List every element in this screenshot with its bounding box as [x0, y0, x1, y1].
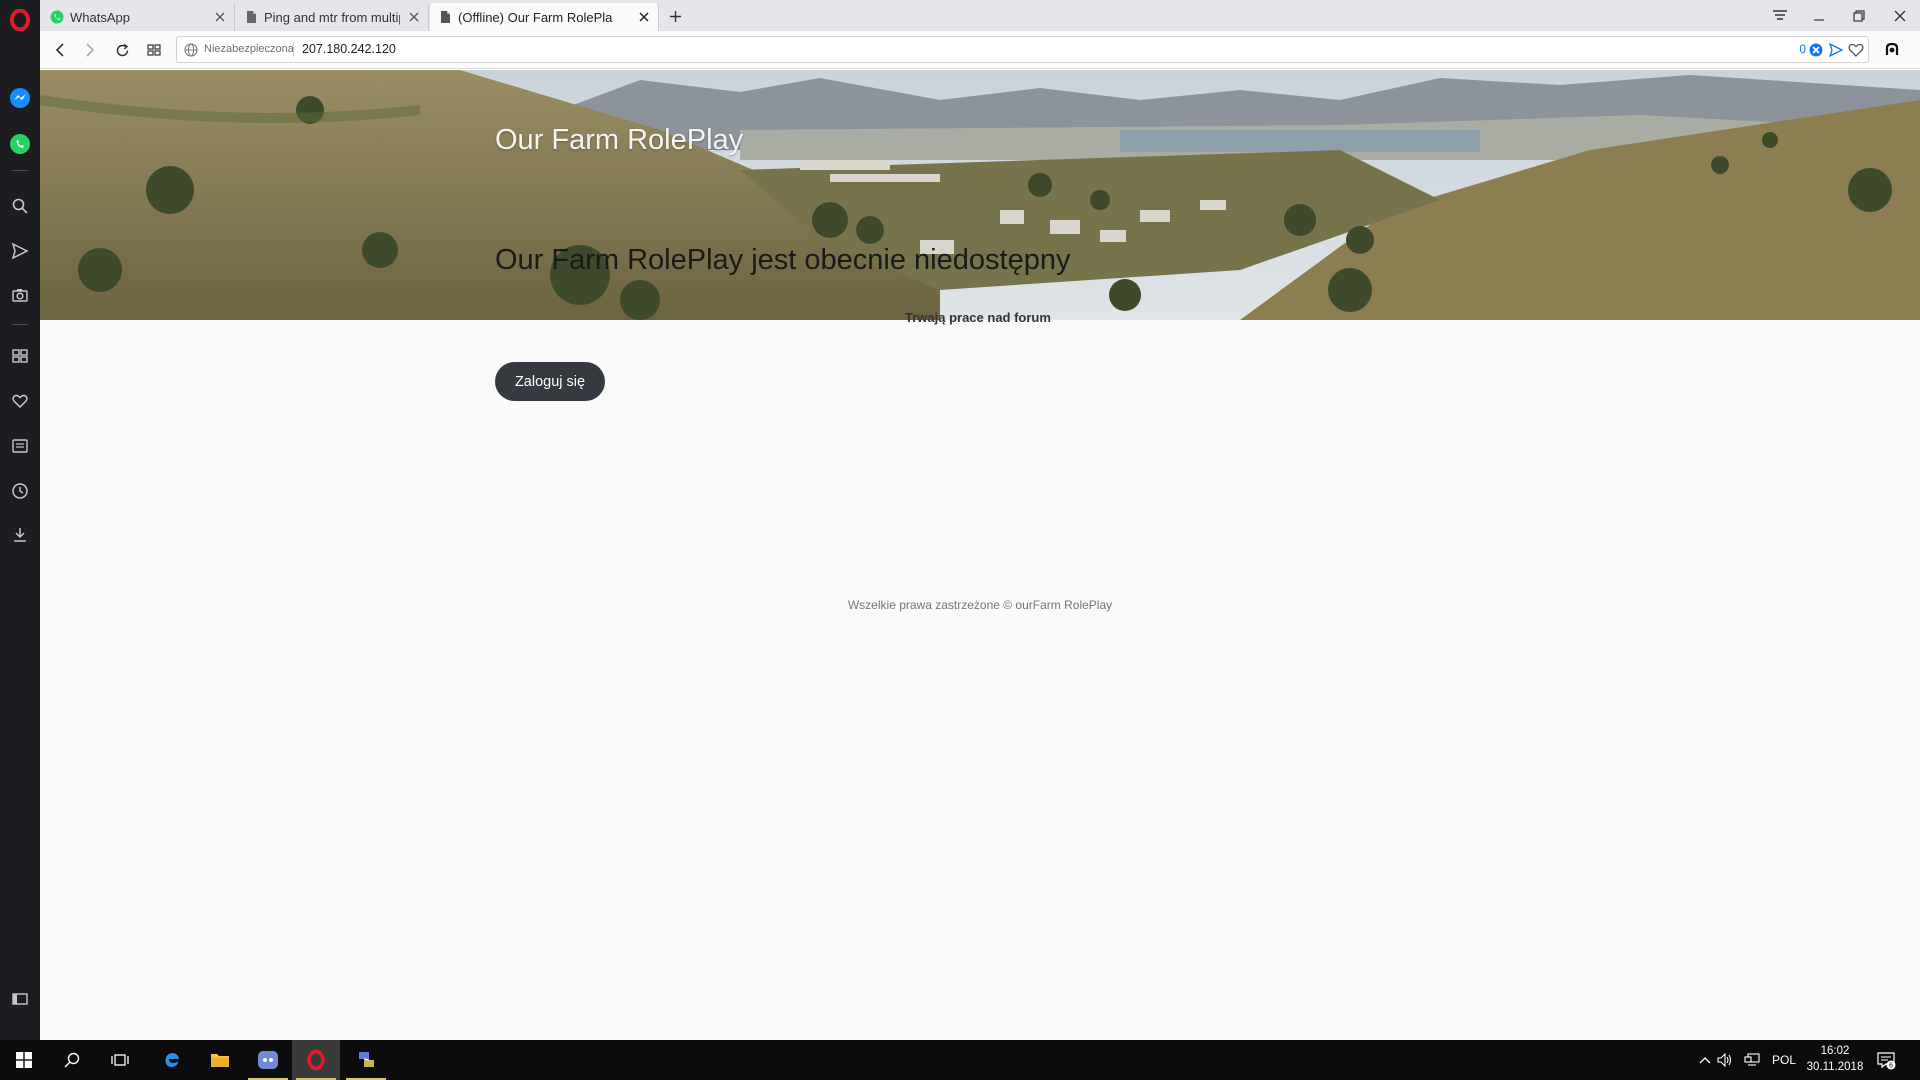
camera-icon[interactable] [8, 283, 32, 307]
speed-dial-icon[interactable] [8, 344, 32, 368]
whatsapp-icon [50, 10, 64, 24]
offline-heading: Our Farm RolePlay jest obecnie niedostęp… [495, 244, 1071, 276]
address-toolbar: Niezabezpieczona 207.180.242.120 0 [40, 31, 1920, 69]
close-icon[interactable] [406, 9, 422, 25]
close-window-button[interactable] [1889, 5, 1911, 27]
news-icon[interactable] [8, 434, 32, 458]
history-icon[interactable] [8, 479, 32, 503]
close-icon[interactable] [212, 9, 228, 25]
chevron-up-icon[interactable] [1697, 1052, 1713, 1068]
tab-label: (Offline) Our Farm RolePla [458, 9, 613, 25]
sidebar-divider [12, 324, 28, 325]
minimize-button[interactable] [1808, 5, 1830, 27]
edge-browser-icon[interactable] [148, 1040, 196, 1080]
tab-our-farm-roleplay[interactable]: (Offline) Our Farm RolePla [430, 3, 659, 31]
network-app-icon[interactable] [342, 1040, 390, 1080]
file-explorer-icon[interactable] [196, 1040, 244, 1080]
send-icon[interactable] [8, 239, 32, 263]
speaker-icon[interactable] [1717, 1052, 1733, 1068]
document-icon [441, 11, 450, 23]
tabs-overview-icon[interactable] [144, 40, 164, 60]
tab-menu-icon[interactable] [1769, 5, 1791, 27]
vpn-icon[interactable] [1882, 40, 1902, 60]
login-button[interactable]: Zaloguj się [495, 362, 605, 401]
input-language[interactable]: POL [1772, 1053, 1796, 1067]
globe-icon [184, 43, 198, 57]
clock-time: 16:02 [1820, 1045, 1850, 1057]
opera-sidebar [0, 0, 40, 1040]
search-icon[interactable] [8, 194, 32, 218]
document-icon [247, 11, 256, 23]
close-icon[interactable] [636, 9, 652, 25]
footer-copyright: Wszelkie prawa zastrzeżone © ourFarm Rol… [847, 598, 1113, 612]
tab-ping-mtr[interactable]: Ping and mtr from multip [236, 3, 429, 31]
tab-label: WhatsApp [70, 9, 130, 25]
system-clock[interactable]: 16:02 30.11.2018 [1803, 1043, 1867, 1075]
new-tab-button[interactable] [665, 6, 685, 26]
notification-count: 6 [1889, 1063, 1893, 1070]
hero-banner-image [40, 70, 1920, 320]
opera-taskbar-icon[interactable] [292, 1040, 340, 1080]
ad-block-count: 0 [1799, 42, 1806, 56]
ad-block-icon[interactable] [1808, 42, 1824, 58]
restore-button[interactable] [1848, 5, 1870, 27]
back-button[interactable] [50, 40, 70, 60]
opera-menu-icon[interactable] [8, 8, 32, 32]
start-button[interactable] [0, 1040, 48, 1080]
forward-button[interactable] [80, 40, 100, 60]
url-text[interactable]: 207.180.242.120 [302, 42, 396, 56]
tab-whatsapp[interactable]: WhatsApp [42, 3, 235, 31]
tab-strip: WhatsApp Ping and mtr from multip (Offli… [40, 0, 1920, 31]
web-page: Our Farm RolePlay Our Farm RolePlay jest… [40, 70, 1920, 1040]
downloads-icon[interactable] [8, 523, 32, 547]
site-title[interactable]: Our Farm RolePlay [495, 124, 743, 157]
clock-date: 30.11.2018 [1806, 1061, 1864, 1073]
windows-taskbar: POL 16:02 30.11.2018 6 [0, 1040, 1920, 1080]
action-center-icon[interactable]: 6 [1876, 1050, 1896, 1070]
address-bar[interactable]: Niezabezpieczona 207.180.242.120 0 [176, 36, 1869, 63]
heart-icon[interactable] [8, 389, 32, 413]
network-icon[interactable] [1744, 1052, 1760, 1068]
whatsapp-icon[interactable] [8, 132, 32, 156]
search-icon[interactable] [48, 1040, 96, 1080]
send-icon[interactable] [1828, 42, 1844, 58]
maintenance-notice: Trwają prace nad forum [905, 310, 1051, 325]
sidebar-toggle-icon[interactable] [8, 987, 32, 1011]
sidebar-divider [12, 170, 28, 171]
discord-icon[interactable] [244, 1040, 292, 1080]
security-status[interactable]: Niezabezpieczona [204, 43, 294, 55]
tab-label: Ping and mtr from multip [264, 9, 400, 25]
bookmark-heart-icon[interactable] [1848, 42, 1864, 58]
task-view-icon[interactable] [96, 1040, 144, 1080]
url-divider [293, 42, 294, 57]
messenger-icon[interactable] [8, 86, 32, 110]
reload-button[interactable] [112, 40, 132, 60]
